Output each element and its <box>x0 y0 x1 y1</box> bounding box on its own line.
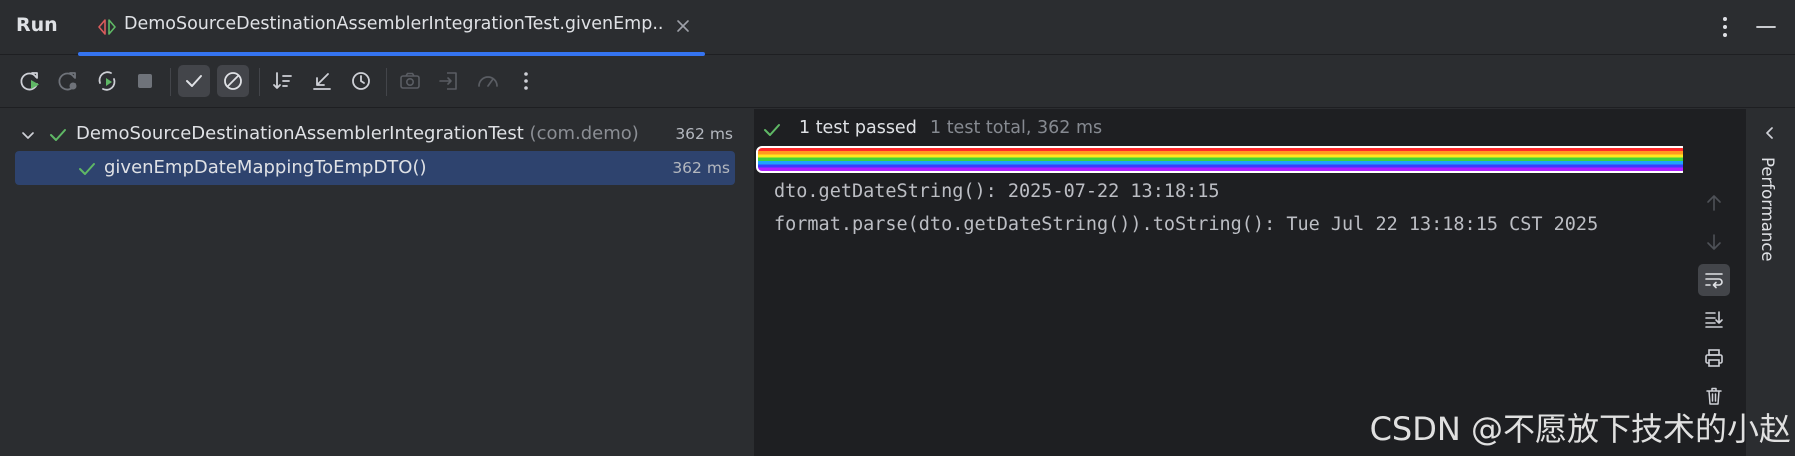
test-duration: 362 ms <box>672 159 730 177</box>
arrow-down-icon[interactable] <box>1698 226 1730 258</box>
tab-label: DemoSourceDestinationAssemblerIntegratio… <box>124 14 664 34</box>
test-diamond-icon <box>96 16 118 38</box>
console-output-line: dto.getDateString(): 2025-07-22 13:18:15 <box>774 181 1220 202</box>
chevron-left-icon[interactable] <box>1762 125 1778 141</box>
stop-icon[interactable] <box>129 65 161 97</box>
coverage-icon[interactable] <box>472 65 504 97</box>
scroll-to-end-icon[interactable] <box>1698 303 1730 335</box>
test-package-name: (com.demo) <box>529 123 639 144</box>
test-tree: DemoSourceDestinationAssemblerIntegratio… <box>0 109 753 456</box>
close-icon[interactable] <box>674 17 692 35</box>
run-toolbar <box>0 56 1795 108</box>
chevron-down-icon[interactable] <box>20 127 36 143</box>
arrow-up-icon[interactable] <box>1698 187 1730 219</box>
console-output-line: format.parse(dto.getDateString()).toStri… <box>774 214 1599 235</box>
more-icon[interactable] <box>510 65 542 97</box>
watermark: CSDN @不愿放下技术的小赵 <box>1369 410 1791 448</box>
soft-wrap-icon[interactable] <box>1698 264 1730 296</box>
status-passed-text: 1 test passed <box>799 118 917 138</box>
test-progress-bar <box>756 146 1688 173</box>
test-class-name: DemoSourceDestinationAssemblerIntegratio… <box>76 123 524 144</box>
test-passed-icon <box>77 159 97 179</box>
show-passed-icon[interactable] <box>178 65 210 97</box>
tree-item-label: DemoSourceDestinationAssemblerIntegratio… <box>76 123 639 144</box>
rerun-icon[interactable] <box>14 65 46 97</box>
show-ignored-icon[interactable] <box>217 65 249 97</box>
toolbar-separator <box>170 68 171 96</box>
toolbar-separator <box>259 68 260 96</box>
more-options-icon[interactable] <box>1712 14 1738 40</box>
export-icon[interactable] <box>433 65 465 97</box>
performance-tool-window-button[interactable]: Performance <box>1758 157 1777 262</box>
toolbar-separator <box>386 68 387 96</box>
tool-window-title: Run <box>16 14 58 36</box>
tree-item-test-method[interactable]: givenEmpDateMappingToEmpDTO() 362 ms <box>15 151 735 185</box>
test-passed-icon <box>48 125 68 145</box>
run-configuration-tab[interactable]: DemoSourceDestinationAssemblerIntegratio… <box>78 0 705 56</box>
minimize-icon[interactable] <box>1753 14 1779 40</box>
toggle-auto-test-icon[interactable] <box>91 65 123 97</box>
test-duration: 362 ms <box>675 125 733 143</box>
import-tests-icon[interactable] <box>306 65 338 97</box>
rerun-failed-icon[interactable] <box>52 65 84 97</box>
tree-item-test-class[interactable]: DemoSourceDestinationAssemblerIntegratio… <box>0 117 753 151</box>
status-total-text: 1 test total, 362 ms <box>930 118 1103 138</box>
sort-alphabetically-icon[interactable] <box>267 65 299 97</box>
test-passed-icon <box>762 120 782 140</box>
test-history-icon[interactable] <box>345 65 377 97</box>
screenshot-icon[interactable] <box>394 65 426 97</box>
tool-window-header: Run DemoSourceDestinationAssemblerIntegr… <box>0 0 1795 56</box>
print-icon[interactable] <box>1698 342 1730 374</box>
run-tool-window: Run DemoSourceDestinationAssemblerIntegr… <box>0 0 1795 456</box>
test-method-name: givenEmpDateMappingToEmpDTO() <box>104 157 427 178</box>
